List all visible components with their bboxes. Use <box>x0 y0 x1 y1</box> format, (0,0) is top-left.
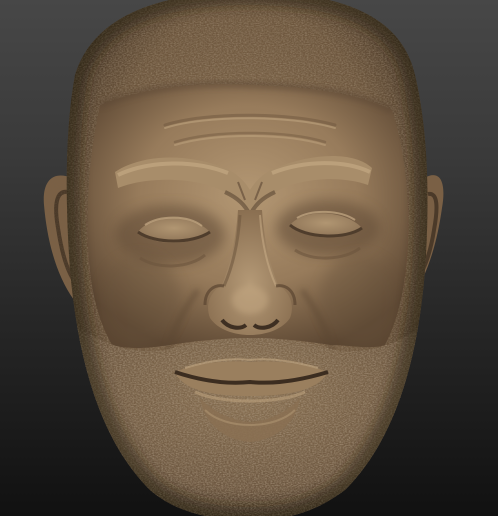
sculpt-render <box>43 0 444 516</box>
render-viewport[interactable] <box>0 0 498 516</box>
